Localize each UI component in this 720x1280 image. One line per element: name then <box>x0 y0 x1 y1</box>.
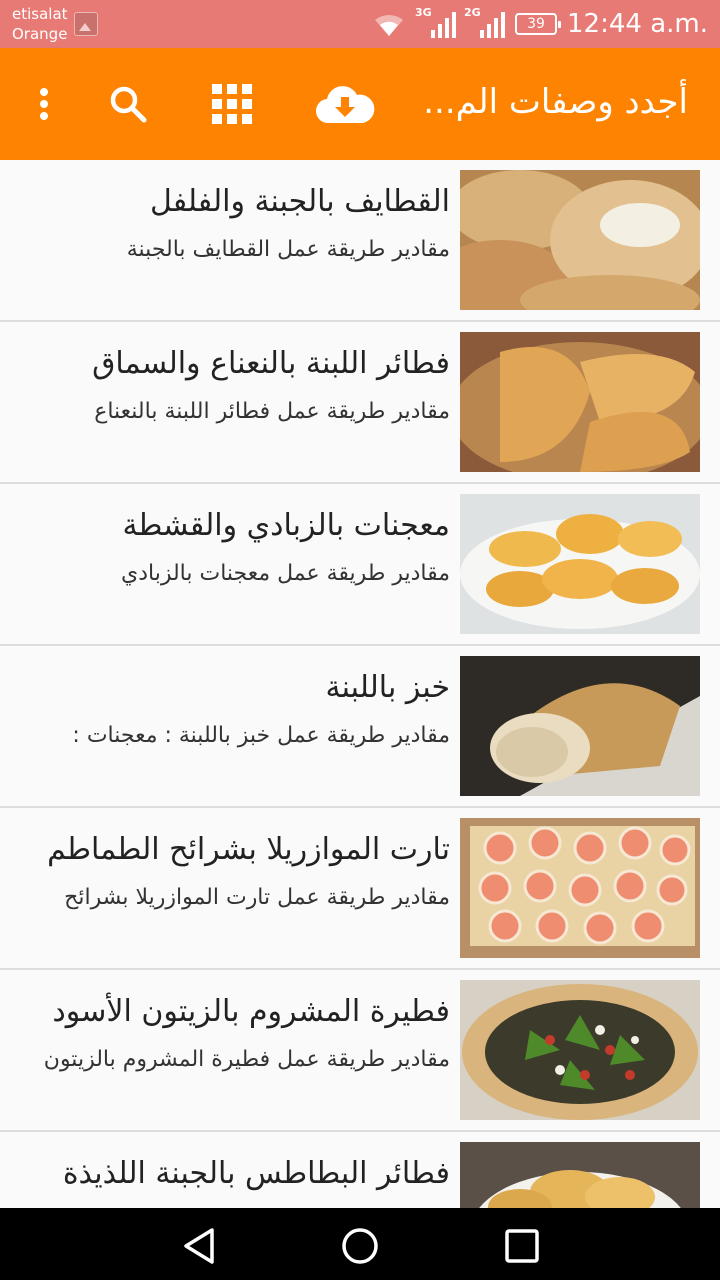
cloud-download-icon[interactable] <box>312 74 378 134</box>
recipe-item-2[interactable]: فطائر اللبنة بالنعناع والسماق مقادير طري… <box>0 322 720 484</box>
network-3g-label: 3G <box>415 6 432 19</box>
recipe-item-1[interactable]: القطايف بالجبنة والفلفل مقادير طريقة عمل… <box>0 160 720 322</box>
recipe-item-7[interactable]: فطائر البطاطس بالجبنة اللذيذة <box>0 1132 720 1208</box>
recipe-image <box>460 980 700 1120</box>
recipe-subtitle: مقادير طريقة عمل خبز باللبنة : معجنات : <box>72 723 450 748</box>
navigation-bar <box>0 1208 720 1280</box>
recipe-item-3[interactable]: معجنات بالزبادي والقشطة مقادير طريقة عمل… <box>0 484 720 646</box>
more-vert-icon[interactable] <box>14 74 74 134</box>
search-icon[interactable] <box>98 74 158 134</box>
recipe-image <box>460 170 700 310</box>
grid-icon[interactable] <box>202 74 262 134</box>
signal-3g-icon: 3G <box>415 6 457 38</box>
gallery-notification-icon <box>74 12 98 36</box>
recipe-item-5[interactable]: تارت الموازريلا بشرائح الطماطم مقادير طر… <box>0 808 720 970</box>
recipe-image <box>460 494 700 634</box>
home-icon[interactable] <box>340 1226 380 1266</box>
recipe-title: معجنات بالزبادي والقشطة <box>122 508 450 543</box>
recipe-item-4[interactable]: خبز باللبنة مقادير طريقة عمل خبز باللبنة… <box>0 646 720 808</box>
recipe-subtitle: مقادير طريقة عمل تارت الموازريلا بشرائح <box>64 885 450 910</box>
recipe-title: فطائر اللبنة بالنعناع والسماق <box>92 346 450 381</box>
status-bar: etisalat Orange 3G 2G 39 12:44 a.m. <box>0 0 720 48</box>
recipe-image <box>460 656 700 796</box>
recipe-list: القطايف بالجبنة والفلفل مقادير طريقة عمل… <box>0 160 720 1208</box>
carrier-line-2: Orange <box>12 25 68 43</box>
recipe-subtitle: مقادير طريقة عمل معجنات بالزبادي <box>120 561 450 586</box>
recipe-title: فطيرة المشروم بالزيتون الأسود <box>52 994 450 1029</box>
carrier-label: etisalat Orange <box>12 4 68 44</box>
status-time: 12:44 a.m. <box>567 9 708 39</box>
recipe-image <box>460 818 700 958</box>
recipe-title: القطايف بالجبنة والفلفل <box>149 184 450 219</box>
recipe-title: تارت الموازريلا بشرائح الطماطم <box>47 832 450 867</box>
recipe-item-6[interactable]: فطيرة المشروم بالزيتون الأسود مقادير طري… <box>0 970 720 1132</box>
recipe-image <box>460 332 700 472</box>
recipe-title: فطائر البطاطس بالجبنة اللذيذة <box>62 1156 450 1191</box>
recipe-subtitle: مقادير طريقة عمل فطائر اللبنة بالنعناع <box>94 399 450 424</box>
wifi-icon <box>375 14 404 37</box>
app-bar: أجدد وصفات الم... <box>0 48 720 160</box>
battery-indicator: 39 <box>515 13 562 35</box>
network-2g-label: 2G <box>464 6 481 19</box>
app-title: أجدد وصفات الم... <box>423 82 688 122</box>
recipe-image <box>460 1142 700 1208</box>
recipe-title: خبز باللبنة <box>325 670 450 705</box>
signal-2g-icon: 2G <box>464 6 506 38</box>
recents-icon[interactable] <box>502 1226 542 1266</box>
carrier-line-1: etisalat <box>12 5 68 23</box>
recipe-subtitle: مقادير طريقة عمل القطايف بالجبنة <box>126 237 450 262</box>
recipe-subtitle: مقادير طريقة عمل فطيرة المشروم بالزيتون <box>43 1047 450 1072</box>
back-icon[interactable] <box>180 1226 220 1266</box>
